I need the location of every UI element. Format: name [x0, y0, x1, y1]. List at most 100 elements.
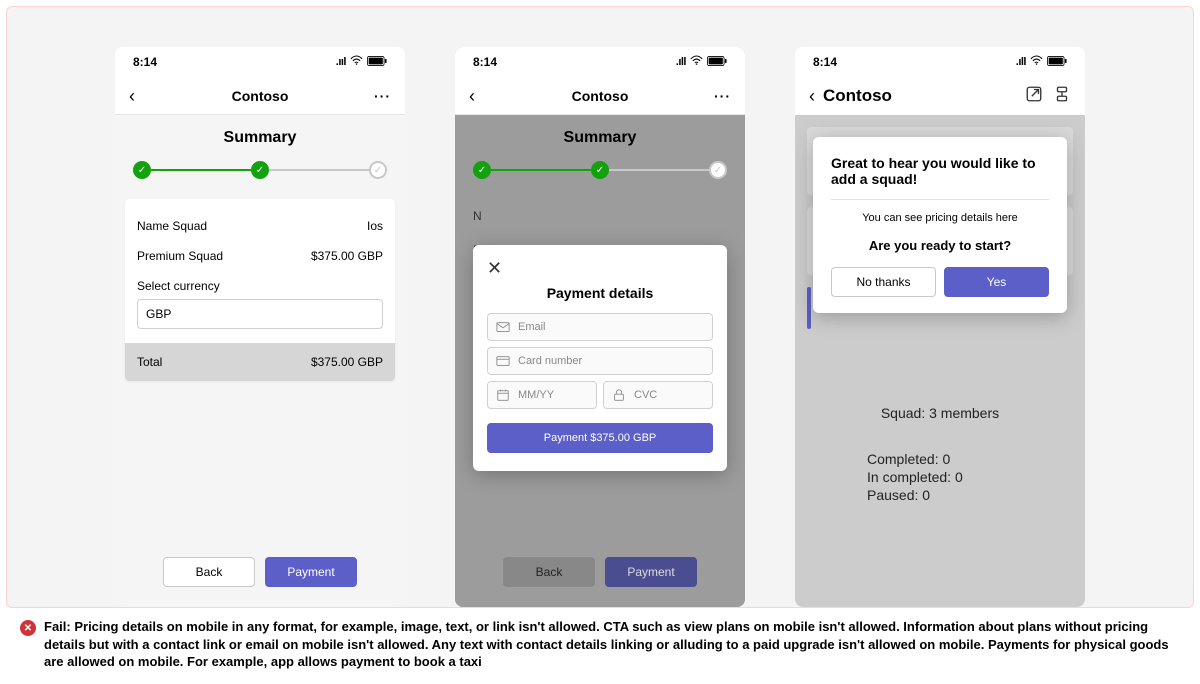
- phone-body: Great to hear you would like to add a sq…: [795, 115, 1085, 607]
- step-line-2: [269, 169, 369, 171]
- expiry-placeholder: MM/YY: [518, 389, 554, 401]
- section-title: Summary: [115, 115, 405, 157]
- popup-buttons: No thanks Yes: [831, 267, 1049, 297]
- nav-bar: ‹ Contoso ···: [115, 77, 405, 115]
- nav-bar: ‹ Contoso: [795, 77, 1085, 115]
- cvc-placeholder: CVC: [634, 389, 657, 401]
- phone-payment-modal: 8:14 .ıll ‹ Contoso ··· Summary: [455, 47, 745, 607]
- status-time: 8:14: [473, 55, 497, 69]
- status-icons: .ıll: [676, 54, 727, 70]
- progress-stepper: ✓ ✓ ✓: [115, 157, 405, 199]
- fail-text: Fail: Pricing details on mobile in any f…: [44, 618, 1180, 671]
- step-line-1: [151, 169, 251, 171]
- row-name: Name Squad Ios: [137, 211, 383, 241]
- signal-icon: .ıll: [1016, 56, 1026, 68]
- status-bar: 8:14 .ııl: [115, 47, 405, 77]
- currency-input[interactable]: [137, 299, 383, 329]
- lock-icon: [612, 388, 626, 402]
- canvas: 8:14 .ııl ‹ Contoso ··· Summary: [0, 0, 1200, 684]
- payment-modal: ✕ Payment details Email Card number MM/Y…: [473, 245, 727, 471]
- popup-divider: [831, 199, 1049, 200]
- yes-button[interactable]: Yes: [944, 267, 1049, 297]
- popup-subtext: You can see pricing details here: [831, 212, 1049, 224]
- nav-title: Contoso: [572, 88, 629, 104]
- summary-card: Name Squad Ios Premium Squad $375.00 GBP…: [125, 199, 395, 381]
- phone-body: Summary ✓ ✓ ✓ Name Squad Ios Premium Squ…: [115, 115, 405, 607]
- wifi-icon: [690, 54, 703, 70]
- phone-summary: 8:14 .ııl ‹ Contoso ··· Summary: [115, 47, 405, 607]
- signal-icon: .ııl: [336, 56, 346, 68]
- battery-icon: [367, 56, 387, 69]
- premium-label: Premium Squad: [137, 249, 223, 263]
- open-external-icon[interactable]: [1025, 85, 1043, 108]
- step-line-2: [609, 169, 709, 171]
- status-time: 8:14: [133, 55, 157, 69]
- back-button[interactable]: Back: [503, 557, 595, 587]
- confirm-popup: Great to hear you would like to add a sq…: [813, 137, 1067, 313]
- card-field[interactable]: Card number: [487, 347, 713, 375]
- step-1-icon: ✓: [133, 161, 151, 179]
- battery-icon: [707, 56, 727, 69]
- wifi-icon: [350, 54, 363, 70]
- step-3-icon: ✓: [709, 161, 727, 179]
- wifi-icon: [1030, 54, 1043, 70]
- payment-button[interactable]: Payment: [265, 557, 357, 587]
- battery-icon: [1047, 56, 1067, 69]
- examples-frame: 8:14 .ııl ‹ Contoso ··· Summary: [6, 6, 1194, 608]
- status-time: 8:14: [813, 55, 837, 69]
- modal-title: Payment details: [487, 285, 713, 301]
- button-row: Back Payment: [455, 537, 745, 607]
- completed-count: Completed: 0: [867, 451, 1055, 467]
- fail-message: ✕ Fail: Pricing details on mobile in any…: [20, 618, 1180, 671]
- card-icon: [496, 354, 510, 368]
- premium-value: $375.00 GBP: [311, 249, 383, 263]
- phone-squad-popup: 8:14 .ıll ‹ Contoso: [795, 47, 1085, 607]
- step-2-icon: ✓: [591, 161, 609, 179]
- back-icon[interactable]: ‹: [809, 87, 815, 105]
- section-title: Summary: [455, 115, 745, 157]
- app-menu-icon[interactable]: [1053, 85, 1071, 108]
- total-label: Total: [137, 355, 162, 369]
- mail-icon: [496, 320, 510, 334]
- step-line-1: [491, 169, 591, 171]
- status-icons: .ıll: [1016, 54, 1067, 70]
- progress-stepper: ✓ ✓ ✓: [455, 157, 745, 199]
- expiry-field[interactable]: MM/YY: [487, 381, 597, 409]
- calendar-icon: [496, 388, 510, 402]
- currency-label: Select currency: [137, 271, 383, 299]
- email-field[interactable]: Email: [487, 313, 713, 341]
- name-value: Ios: [367, 219, 383, 233]
- pay-button[interactable]: Payment $375.00 GBP: [487, 423, 713, 453]
- more-icon[interactable]: ···: [374, 88, 391, 104]
- total-value: $375.00 GBP: [311, 355, 383, 369]
- signal-icon: .ıll: [676, 56, 686, 68]
- total-row: Total $375.00 GBP: [125, 343, 395, 381]
- nav-bar: ‹ Contoso ···: [455, 77, 745, 115]
- name-label: Name Squad: [137, 219, 207, 233]
- step-2-icon: ✓: [251, 161, 269, 179]
- squad-members: Squad: 3 members: [825, 405, 1055, 421]
- more-icon[interactable]: ···: [714, 88, 731, 104]
- cvc-field[interactable]: CVC: [603, 381, 713, 409]
- nav-title: Contoso: [823, 86, 892, 106]
- paused-count: Paused: 0: [867, 487, 1055, 503]
- email-placeholder: Email: [518, 321, 546, 333]
- card-placeholder: Card number: [518, 355, 582, 367]
- phone-body: Summary ✓ ✓ ✓ N F S Back Payment: [455, 115, 745, 607]
- nav-title: Contoso: [232, 88, 289, 104]
- status-icons: .ııl: [336, 54, 387, 70]
- squad-info: Squad: 3 members Completed: 0 In complet…: [825, 405, 1055, 505]
- bg-row-n: N: [473, 199, 727, 233]
- button-row: Back Payment: [115, 537, 405, 607]
- no-thanks-button[interactable]: No thanks: [831, 267, 936, 297]
- back-icon[interactable]: ‹: [469, 87, 475, 105]
- back-icon[interactable]: ‹: [129, 87, 135, 105]
- close-icon[interactable]: ✕: [487, 258, 502, 278]
- status-bar: 8:14 .ıll: [795, 47, 1085, 77]
- payment-button[interactable]: Payment: [605, 557, 697, 587]
- status-bar: 8:14 .ıll: [455, 47, 745, 77]
- popup-heading: Great to hear you would like to add a sq…: [831, 155, 1049, 187]
- row-premium: Premium Squad $375.00 GBP: [137, 241, 383, 271]
- back-button[interactable]: Back: [163, 557, 255, 587]
- incompleted-count: In completed: 0: [867, 469, 1055, 485]
